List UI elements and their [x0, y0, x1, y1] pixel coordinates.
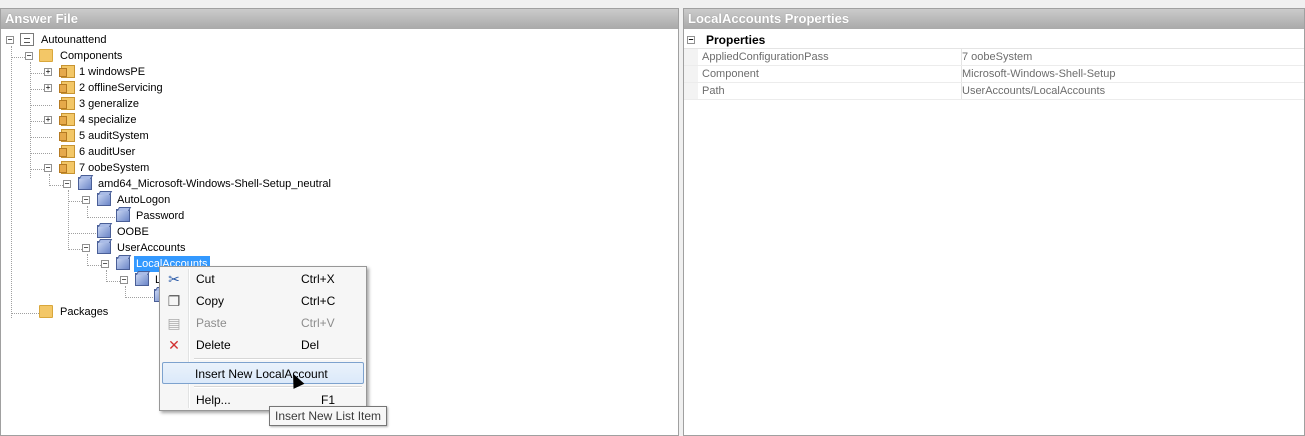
- menu-item-cut[interactable]: ✂ Cut Ctrl+X: [162, 268, 364, 290]
- property-value[interactable]: UserAccounts/LocalAccounts: [961, 83, 1105, 99]
- property-row[interactable]: Path UserAccounts/LocalAccounts: [684, 83, 1304, 100]
- config-pass-icon: [59, 129, 75, 142]
- properties-category[interactable]: − Properties: [684, 32, 1304, 49]
- menu-separator: [194, 386, 362, 388]
- property-row[interactable]: Component Microsoft-Windows-Shell-Setup: [684, 66, 1304, 83]
- setting-icon: [97, 241, 111, 254]
- collapse-toggle-icon[interactable]: −: [63, 180, 71, 188]
- property-row[interactable]: AppliedConfigurationPass 7 oobeSystem: [684, 49, 1304, 66]
- property-value[interactable]: Microsoft-Windows-Shell-Setup: [961, 66, 1115, 82]
- collapse-toggle-icon[interactable]: −: [120, 276, 128, 284]
- answer-file-header: Answer File: [1, 9, 678, 29]
- context-menu: ✂ Cut Ctrl+X ❐ Copy Ctrl+C ▤ Paste Ctrl+…: [159, 266, 367, 411]
- scissors-icon: ✂: [168, 271, 180, 287]
- list-item-icon: [135, 273, 149, 286]
- folder-icon: [39, 305, 53, 318]
- config-pass-icon: [59, 113, 75, 126]
- tooltip: Insert New List Item: [269, 406, 388, 426]
- collapse-toggle-icon[interactable]: −: [687, 36, 695, 44]
- setting-icon: [97, 193, 111, 206]
- property-name: Component: [702, 68, 759, 80]
- config-pass-icon: [59, 161, 75, 174]
- properties-pane: LocalAccounts Properties − Properties Ap…: [683, 8, 1305, 436]
- properties-header: LocalAccounts Properties: [684, 9, 1304, 29]
- collapse-toggle-icon[interactable]: −: [101, 260, 109, 268]
- collapse-toggle-icon[interactable]: −: [25, 52, 33, 60]
- setting-icon: [116, 209, 130, 222]
- copy-icon: ❐: [167, 293, 181, 309]
- property-grid: − Properties AppliedConfigurationPass 7 …: [684, 32, 1304, 100]
- config-pass-icon: [59, 81, 75, 94]
- config-pass-icon: [59, 97, 75, 110]
- answer-file-icon: [20, 33, 34, 46]
- setting-icon: [97, 225, 111, 238]
- collapse-toggle-icon[interactable]: −: [6, 36, 14, 44]
- menu-item-paste[interactable]: ▤ Paste Ctrl+V: [162, 312, 364, 334]
- paste-icon: ▤: [167, 315, 181, 331]
- delete-icon: ✕: [168, 337, 180, 353]
- folder-icon: [39, 49, 53, 62]
- collapse-toggle-icon[interactable]: −: [44, 164, 52, 172]
- menu-item-delete[interactable]: ✕ Delete Del: [162, 334, 364, 356]
- collapse-toggle-icon[interactable]: −: [82, 244, 90, 252]
- setting-icon: [116, 257, 130, 270]
- property-name: AppliedConfigurationPass: [702, 51, 829, 63]
- menu-item-copy[interactable]: ❐ Copy Ctrl+C: [162, 290, 364, 312]
- config-pass-icon: [59, 65, 75, 78]
- menu-item-insert-new-localaccount[interactable]: Insert New LocalAccount: [162, 362, 364, 384]
- property-value[interactable]: 7 oobeSystem: [961, 49, 1032, 65]
- component-icon: [78, 177, 92, 190]
- expand-toggle-icon[interactable]: +: [44, 84, 52, 92]
- menu-separator: [194, 358, 362, 360]
- expand-toggle-icon[interactable]: +: [44, 116, 52, 124]
- property-name: Path: [702, 85, 725, 97]
- config-pass-icon: [59, 145, 75, 158]
- expand-toggle-icon[interactable]: +: [44, 68, 52, 76]
- collapse-toggle-icon[interactable]: −: [82, 196, 90, 204]
